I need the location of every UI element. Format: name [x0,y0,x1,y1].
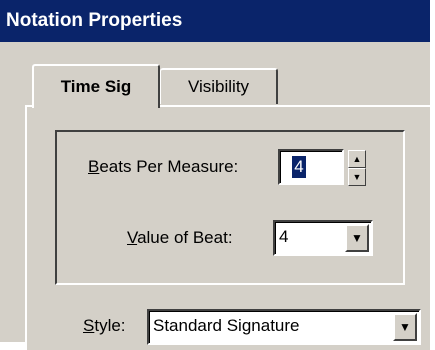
spin-down-arrow-icon[interactable]: ▼ [348,168,366,186]
spin-up-arrow-icon[interactable]: ▲ [348,150,366,168]
tab-visibility[interactable]: Visibility [160,68,278,104]
style-label: Style: [83,316,126,335]
style-select[interactable]: Standard Signature ▼ [147,309,421,345]
tab-time-sig[interactable]: Time Sig [32,64,160,108]
beats-per-measure-input[interactable]: 4 [278,149,344,185]
style-value: Standard Signature [153,316,300,335]
value-of-beat-label: Value of Beat: [127,228,233,247]
notation-properties-dialog: Notation Properties Time Sig Visibility … [0,0,430,350]
beats-per-measure-label: Beats Per Measure: [88,157,239,176]
value-of-beat-select[interactable]: 4 ▼ [273,220,373,256]
beats-per-measure-value: 4 [292,156,306,178]
value-of-beat-value: 4 [279,227,289,246]
dialog-title: Notation Properties [0,0,430,42]
dropdown-arrow-icon[interactable]: ▼ [345,224,369,252]
dropdown-arrow-icon[interactable]: ▼ [393,313,417,341]
beats-spinner[interactable]: ▲ ▼ [348,150,366,186]
